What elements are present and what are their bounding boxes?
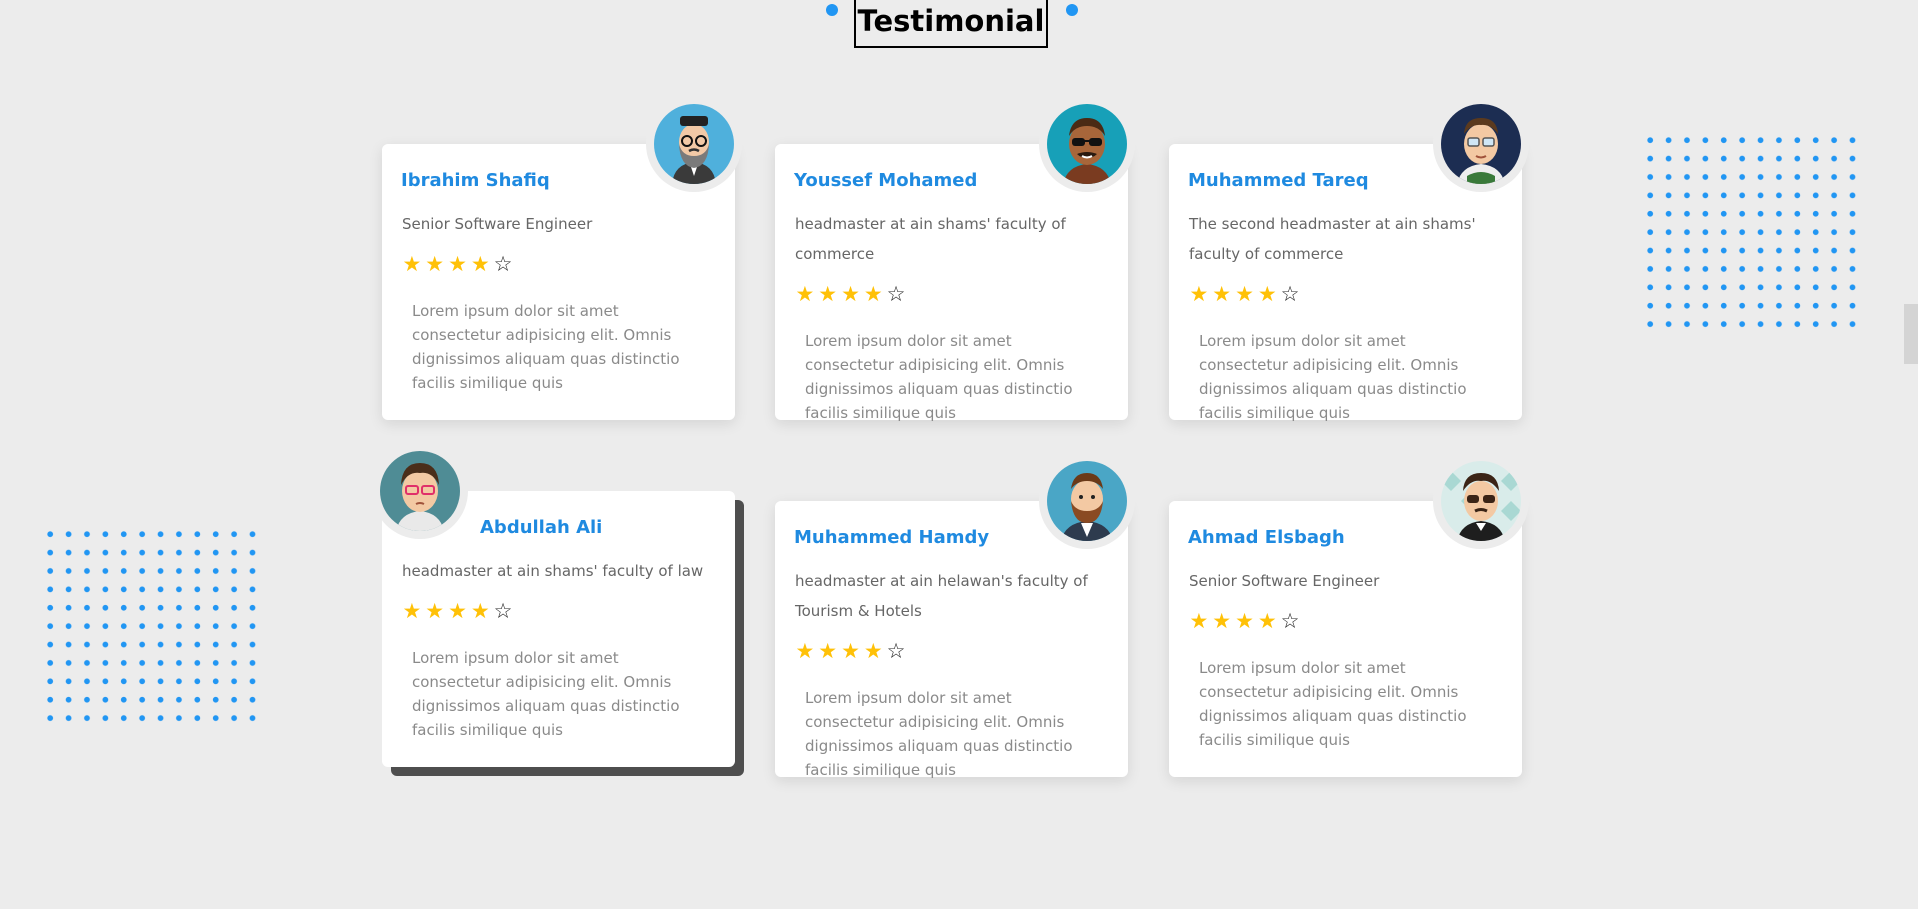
page-scrollbar[interactable] xyxy=(1904,0,1918,909)
star-empty-icon: ☆ xyxy=(493,599,513,623)
testimonial-role: headmaster at ain shams' faculty of comm… xyxy=(795,215,1066,263)
testimonial-name: Ibrahim Shafiq xyxy=(401,170,550,191)
title-left-dot xyxy=(826,4,838,16)
star-filled-icon: ★ xyxy=(402,599,422,623)
avatar-ring xyxy=(1433,96,1529,192)
star-filled-icon: ★ xyxy=(448,599,467,623)
star-empty-icon: ☆ xyxy=(1280,609,1300,633)
scrollbar-thumb[interactable] xyxy=(1904,304,1918,364)
testimonial-role: The second headmaster at ain shams' facu… xyxy=(1189,215,1476,263)
testimonial-role: Senior Software Engineer xyxy=(1189,572,1380,590)
section-title: Testimonial xyxy=(854,0,1048,48)
decorative-dot-grid-right xyxy=(1641,131,1862,334)
star-filled-icon: ★ xyxy=(795,282,815,306)
man-dark-glasses-avatar-icon xyxy=(1441,461,1521,541)
title-right-dot xyxy=(1066,4,1078,16)
star-filled-icon: ★ xyxy=(841,282,860,306)
rating-stars: ★ ★ ★ ★ ☆ xyxy=(401,601,514,622)
star-filled-icon: ★ xyxy=(1212,282,1232,306)
bearded-man-suit-avatar-icon xyxy=(1047,461,1127,541)
star-filled-icon: ★ xyxy=(1257,609,1277,633)
bearded-man-avatar-icon xyxy=(654,104,734,184)
testimonial-name: Youssef Mohamed xyxy=(794,170,978,191)
man-red-glasses-avatar-icon xyxy=(380,451,460,531)
avatar-ring xyxy=(646,96,742,192)
rating-stars: ★ ★ ★ ★ ☆ xyxy=(794,284,907,305)
testimonial-card: Ahmad Elsbagh Senior Software Engineer ★… xyxy=(1169,453,1529,777)
man-sunglasses-avatar-icon xyxy=(1047,104,1127,184)
testimonial-quote: Lorem ipsum dolor sit amet consectetur a… xyxy=(1199,659,1467,749)
testimonial-quote: Lorem ipsum dolor sit amet consectetur a… xyxy=(1199,332,1467,422)
star-filled-icon: ★ xyxy=(818,639,838,663)
rating-stars: ★ ★ ★ ★ ☆ xyxy=(401,254,514,275)
testimonial-name: Abdullah Ali xyxy=(480,517,603,538)
testimonial-quote: Lorem ipsum dolor sit amet consectetur a… xyxy=(412,302,680,392)
rating-stars: ★ ★ ★ ★ ☆ xyxy=(1188,611,1301,632)
testimonial-role: Senior Software Engineer xyxy=(402,215,593,233)
testimonial-quote: Lorem ipsum dolor sit amet consectetur a… xyxy=(805,332,1073,422)
star-filled-icon: ★ xyxy=(425,599,445,623)
star-filled-icon: ★ xyxy=(425,252,445,276)
star-filled-icon: ★ xyxy=(1189,609,1209,633)
testimonial-card: Muhammed Hamdy headmaster at ain helawan… xyxy=(775,453,1135,779)
decorative-dot-grid-left xyxy=(41,525,262,728)
man-glasses-avatar-icon xyxy=(1441,104,1521,184)
testimonial-quote: Lorem ipsum dolor sit amet consectetur a… xyxy=(805,689,1073,779)
star-filled-icon: ★ xyxy=(841,639,860,663)
rating-stars: ★ ★ ★ ★ ☆ xyxy=(1188,284,1301,305)
testimonial-quote: Lorem ipsum dolor sit amet consectetur a… xyxy=(412,649,680,739)
star-filled-icon: ★ xyxy=(1235,609,1254,633)
star-empty-icon: ☆ xyxy=(1280,282,1300,306)
rating-stars: ★ ★ ★ ★ ☆ xyxy=(794,641,907,662)
star-filled-icon: ★ xyxy=(818,282,838,306)
star-empty-icon: ☆ xyxy=(493,252,513,276)
testimonial-card-hovered: Abdullah Ali headmaster at ain shams' fa… xyxy=(372,443,735,767)
testimonial-card: Ibrahim Shafiq Senior Software Engineer … xyxy=(382,96,742,420)
testimonial-name: Ahmad Elsbagh xyxy=(1188,527,1345,548)
star-filled-icon: ★ xyxy=(863,282,883,306)
star-filled-icon: ★ xyxy=(470,599,490,623)
avatar-ring xyxy=(1039,96,1135,192)
testimonial-name: Muhammed Tareq xyxy=(1188,170,1369,191)
star-filled-icon: ★ xyxy=(470,252,490,276)
star-filled-icon: ★ xyxy=(1212,609,1232,633)
avatar-ring xyxy=(1039,453,1135,549)
star-filled-icon: ★ xyxy=(448,252,467,276)
testimonial-card: Youssef Mohamed headmaster at ain shams'… xyxy=(775,96,1135,422)
star-filled-icon: ★ xyxy=(1257,282,1277,306)
testimonial-role: headmaster at ain shams' faculty of law xyxy=(402,562,704,580)
testimonial-role: headmaster at ain helawan's faculty of T… xyxy=(795,572,1088,620)
star-filled-icon: ★ xyxy=(795,639,815,663)
star-filled-icon: ★ xyxy=(1235,282,1254,306)
star-empty-icon: ☆ xyxy=(886,282,906,306)
star-filled-icon: ★ xyxy=(402,252,422,276)
testimonial-name: Muhammed Hamdy xyxy=(794,527,990,548)
avatar-ring xyxy=(1433,453,1529,549)
testimonial-card: Muhammed Tareq The second headmaster at … xyxy=(1169,96,1529,422)
star-filled-icon: ★ xyxy=(1189,282,1209,306)
star-empty-icon: ☆ xyxy=(886,639,906,663)
star-filled-icon: ★ xyxy=(863,639,883,663)
avatar-ring xyxy=(372,443,468,539)
